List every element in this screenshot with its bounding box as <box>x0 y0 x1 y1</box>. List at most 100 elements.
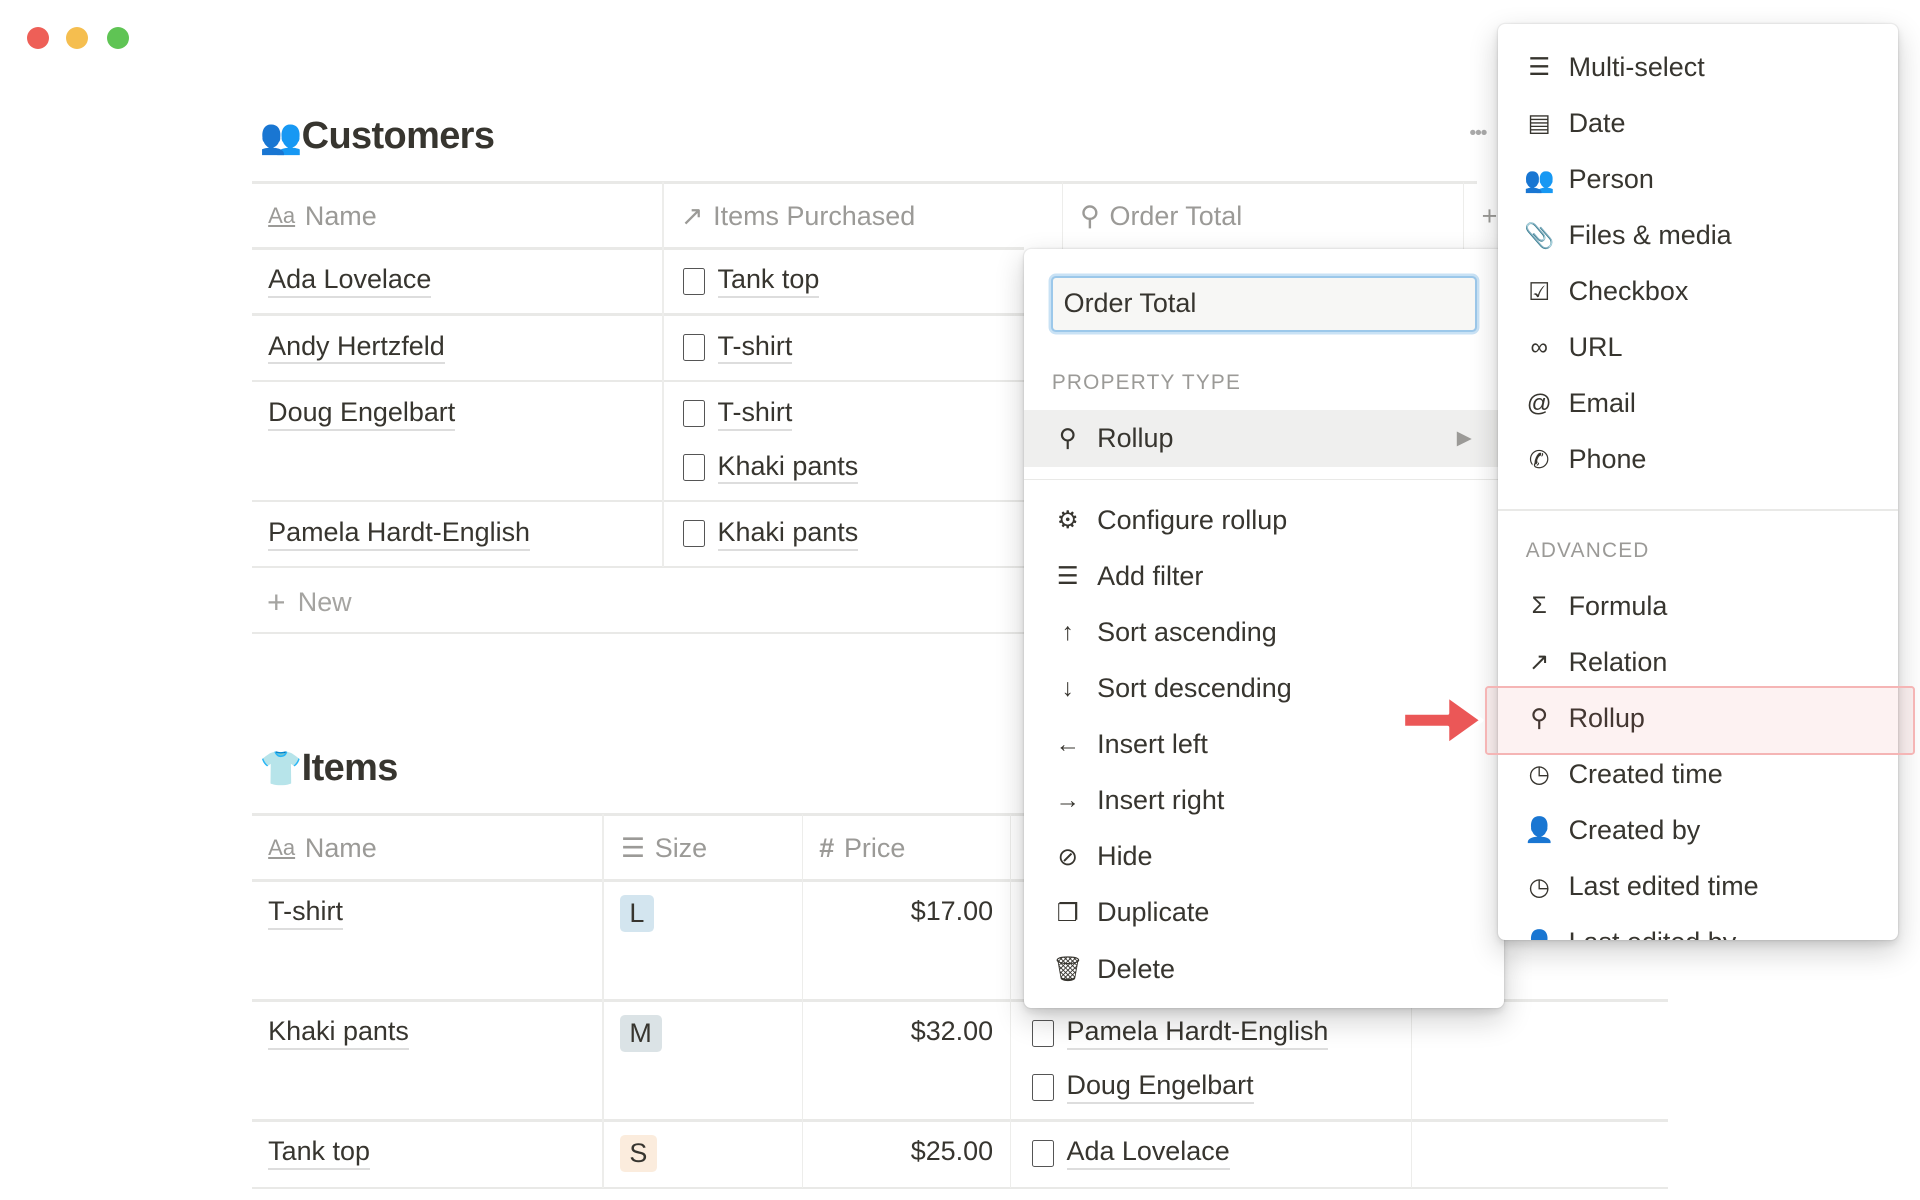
menu-item-add-filter[interactable]: ☰ Add filter <box>1024 550 1504 604</box>
menu-item-label: Person <box>1568 164 1654 194</box>
menu-item-label: Created by <box>1568 814 1701 845</box>
maximize-window-button[interactable] <box>106 26 129 49</box>
item-name[interactable]: T-shirt <box>268 896 343 931</box>
item-link[interactable]: T-shirt <box>717 397 793 431</box>
item-link[interactable]: Khaki pants <box>717 517 859 551</box>
menu-item-date[interactable]: ▤ Date <box>1498 96 1898 150</box>
page-icon <box>1032 1073 1055 1101</box>
customer-name[interactable]: Pamela Hardt-English <box>268 517 531 551</box>
clock-icon: ◷ <box>1528 761 1550 789</box>
column-label: Items Purchased <box>713 200 916 231</box>
column-header-size[interactable]: ☰ Size <box>621 833 707 864</box>
list-icon: ☰ <box>1528 54 1551 82</box>
menu-item-created-by[interactable]: 👤 Created by <box>1498 804 1898 858</box>
property-type-value: Rollup <box>1097 422 1174 453</box>
item-name[interactable]: Khaki pants <box>268 1016 409 1051</box>
item-link[interactable]: Khaki pants <box>717 451 859 485</box>
new-row-button[interactable]: + New <box>267 584 352 621</box>
more-options-button[interactable]: ••• <box>1469 122 1487 145</box>
menu-item-last-edited-by[interactable]: 👤 Last edited by <box>1498 916 1898 941</box>
menu-item-configure-rollup[interactable]: ⚙ Configure rollup <box>1024 493 1504 547</box>
menu-item-phone[interactable]: ✆ Phone <box>1498 433 1898 487</box>
menu-item-checkbox[interactable]: ☑ Checkbox <box>1498 265 1898 319</box>
menu-item-label: Relation <box>1568 646 1668 677</box>
people-icon: 👥 <box>1523 166 1555 194</box>
search-icon: ⚲ <box>1080 200 1100 231</box>
page-icon <box>683 267 706 295</box>
number-icon: # <box>819 832 835 863</box>
column-header-items-purchased[interactable]: ↗ Items Purchased <box>681 201 915 232</box>
column-header-name[interactable]: Aa Name <box>268 833 377 864</box>
column-header-name[interactable]: Aa Name <box>268 201 377 232</box>
menu-item-delete[interactable]: 🗑 Delete <box>1024 942 1504 996</box>
menu-item-duplicate[interactable]: ❐ Duplicate <box>1024 886 1504 940</box>
table-row[interactable]: Doug Engelbart <box>268 397 456 431</box>
table-row[interactable]: Ada Lovelace <box>268 264 432 299</box>
menu-item-label: Formula <box>1568 590 1668 621</box>
menu-item-label: Rollup <box>1568 702 1645 733</box>
menu-item-url[interactable]: ∞ URL <box>1498 321 1898 375</box>
customer-link[interactable]: Ada Lovelace <box>1066 1136 1230 1171</box>
menu-item-person[interactable]: 👥 Person <box>1498 153 1898 207</box>
price-cell: $17.00 <box>910 896 994 927</box>
menu-item-relation[interactable]: ↗ Relation <box>1498 635 1898 689</box>
customer-name[interactable]: Ada Lovelace <box>268 264 432 299</box>
checkbox-icon: ☑ <box>1528 278 1551 306</box>
add-column-button[interactable]: + <box>1482 201 1498 232</box>
table-row[interactable]: Pamela Hardt-English <box>268 517 531 551</box>
menu-item-label: Date <box>1568 107 1626 138</box>
sigma-icon: Σ <box>1531 592 1547 620</box>
arrow-right-icon: → <box>1055 786 1080 814</box>
table-row[interactable]: Andy Hertzfeld <box>268 331 445 365</box>
customer-link[interactable]: Doug Engelbart <box>1066 1070 1254 1105</box>
new-label: New <box>297 587 352 618</box>
menu-item-last-edited-time[interactable]: ◷ Last edited time <box>1498 860 1898 914</box>
column-label: Size <box>654 832 708 863</box>
search-icon: ⚲ <box>1058 425 1077 453</box>
filter-icon: ☰ <box>1056 563 1079 591</box>
property-name-input[interactable] <box>1050 275 1477 332</box>
column-header-order-total[interactable]: ⚲ Order Total <box>1080 201 1242 232</box>
customers-title: 👥Customers <box>260 115 495 158</box>
item-link[interactable]: Tank top <box>717 264 820 299</box>
items-title: 👕Items <box>260 747 399 790</box>
close-window-button[interactable] <box>26 26 49 49</box>
plus-icon: + <box>266 584 286 621</box>
menu-item-created-time[interactable]: ◷ Created time <box>1498 747 1898 801</box>
property-menu: PROPERTY TYPE ⚲ Rollup ▶ ⚙ Configure rollup… <box>1023 248 1504 1008</box>
trash-icon: 🗑 <box>1052 956 1084 984</box>
customer-link[interactable]: Pamela Hardt-English <box>1066 1016 1329 1051</box>
table-row[interactable]: Khaki pants <box>268 1016 409 1051</box>
column-label: Name <box>304 832 377 863</box>
menu-item-multi-select[interactable]: ☰ Multi-select <box>1498 40 1898 94</box>
menu-item-sort-ascending[interactable]: ↑ Sort ascending <box>1024 606 1504 660</box>
column-label: Order Total <box>1109 200 1243 231</box>
menu-item-label: Created time <box>1568 758 1723 789</box>
paperclip-icon: 📎 <box>1523 222 1555 250</box>
table-row[interactable]: Tank top <box>268 1136 370 1171</box>
table-row[interactable]: T-shirt <box>268 896 343 931</box>
column-header-price[interactable]: # Price <box>819 833 905 864</box>
menu-item-label: Add filter <box>1097 560 1204 591</box>
relation-icon: ↗ <box>680 200 704 231</box>
customer-name[interactable]: Andy Hertzfeld <box>268 331 445 365</box>
menu-item-hide[interactable]: ⊘ Hide <box>1024 830 1504 884</box>
page-icon <box>683 520 706 548</box>
menu-item-insert-right[interactable]: → Insert right <box>1024 774 1504 828</box>
menu-item-email[interactable]: @ Email <box>1498 377 1898 431</box>
column-label: Name <box>304 200 377 231</box>
item-link[interactable]: T-shirt <box>717 331 793 365</box>
clock-icon: ◷ <box>1528 873 1550 901</box>
item-name[interactable]: Tank top <box>268 1136 370 1171</box>
person-icon: 👤 <box>1522 928 1556 941</box>
menu-item-files-media[interactable]: 📎 Files & media <box>1498 209 1898 263</box>
customer-name[interactable]: Doug Engelbart <box>268 397 456 431</box>
text-icon: Aa <box>268 835 296 861</box>
property-type-select[interactable]: ⚲ Rollup ▶ <box>1023 410 1504 467</box>
menu-item-rollup[interactable]: ⚲ Rollup <box>1498 691 1898 745</box>
menu-item-label: Insert right <box>1097 785 1225 816</box>
minimize-window-button[interactable] <box>66 26 89 49</box>
arrow-up-right-icon: ↗ <box>1528 649 1550 677</box>
menu-item-formula[interactable]: Σ Formula <box>1498 579 1898 633</box>
menu-item-label: Sort ascending <box>1097 617 1277 648</box>
